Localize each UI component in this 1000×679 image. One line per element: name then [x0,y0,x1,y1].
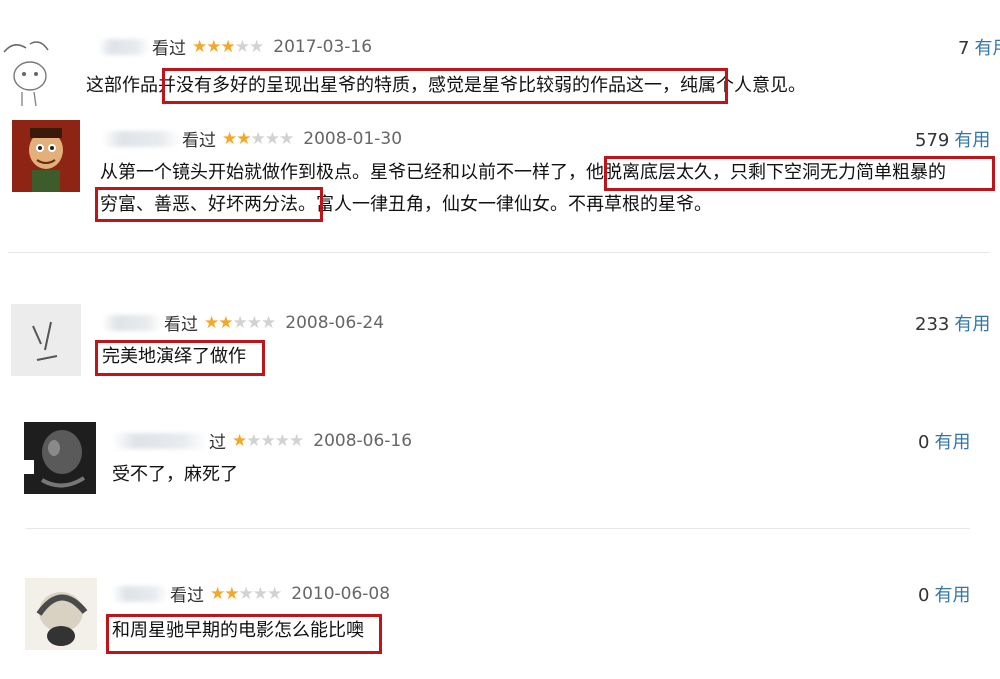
star-rating: ★ ★ ★ ★ ★ [210,583,282,604]
star-empty-icon: ★ [267,583,282,604]
review-date: 2010-06-08 [291,583,391,604]
vote-count: 233 [915,314,950,335]
star-empty-icon: ★ [264,128,280,149]
avatar[interactable] [24,422,96,494]
username-blurred[interactable] [102,314,162,331]
star-filled-icon: ★ [224,583,239,604]
star-empty-icon: ★ [249,36,264,57]
star-empty-icon: ★ [250,128,266,149]
star-empty-icon: ★ [260,430,276,451]
star-rating: ★ ★ ★ ★ ★ [192,36,264,57]
useful-votes[interactable]: 7有用 [958,34,1000,60]
star-filled-icon: ★ [218,312,233,333]
star-empty-icon: ★ [252,583,268,604]
review-text: 从第一个镜头开始就做作到极点。星爷已经和以前不一样了，他脱离底层太久，只剩下空洞… [100,157,946,221]
useful-button[interactable]: 有用 [974,38,1000,59]
review-date: 2008-06-24 [285,312,385,333]
vote-count: 0 [918,432,930,453]
review-date: 2017-03-16 [273,36,373,57]
username-blurred[interactable] [98,38,150,55]
star-rating: ★ ★ ★ ★ ★ [204,312,276,333]
star-filled-icon: ★ [210,583,225,604]
star-empty-icon: ★ [234,36,250,57]
useful-button[interactable]: 有用 [934,432,970,453]
vote-count: 0 [918,585,930,606]
watched-status: 过 [209,433,226,453]
star-rating: ★ ★ ★ ★ ★ [232,430,304,451]
review-date: 2008-01-30 [303,128,403,149]
review-date: 2008-06-16 [313,430,413,451]
star-empty-icon: ★ [246,312,262,333]
star-rating: ★ ★ ★ ★ ★ [222,128,294,149]
star-filled-icon: ★ [192,36,207,57]
review-text: 受不了，麻死了 [112,464,238,485]
watched-status: 看过 [164,315,198,335]
star-filled-icon: ★ [206,36,221,57]
review-text: 这部作品并没有多好的呈现出星爷的特质，感觉是星爷比较弱的作品这一，纯属个人意见。 [86,75,806,96]
review-text-line: 从第一个镜头开始就做作到极点。星爷已经和以前不一样了，他脱离底层太久，只剩下空洞… [100,162,946,183]
vote-count: 579 [915,130,950,151]
username-blurred[interactable] [112,432,207,449]
useful-votes[interactable]: 579 有用 [915,126,990,152]
star-filled-icon: ★ [220,36,236,57]
star-empty-icon: ★ [279,128,294,149]
useful-button[interactable]: 有用 [934,585,970,606]
useful-votes[interactable]: 0 有用 [918,428,970,454]
avatar[interactable] [12,120,80,192]
star-empty-icon: ★ [238,583,254,604]
watched-status: 看过 [182,131,216,151]
useful-votes[interactable]: 233 有用 [915,310,990,336]
vote-count: 7 [958,38,970,59]
useful-button[interactable]: 有用 [954,314,990,335]
username-blurred[interactable] [102,130,180,147]
avatar[interactable] [0,30,62,108]
review-text: 和周星驰早期的电影怎么能比噢 [112,620,364,641]
avatar[interactable] [25,578,97,650]
star-filled-icon: ★ [204,312,219,333]
divider [26,528,970,529]
star-empty-icon: ★ [232,312,248,333]
star-empty-icon: ★ [274,430,290,451]
star-empty-icon: ★ [289,430,304,451]
star-empty-icon: ★ [246,430,261,451]
review-text-line: 穷富、善恶、好坏两分法。富人一律丑角，仙女一律仙女。不再草根的星爷。 [100,194,712,215]
star-filled-icon: ★ [232,430,247,451]
star-filled-icon: ★ [222,128,237,149]
avatar[interactable] [11,304,81,376]
watched-status: 看过 [170,586,204,606]
divider [8,252,990,253]
useful-button[interactable]: 有用 [954,130,990,151]
star-empty-icon: ★ [261,312,276,333]
star-filled-icon: ★ [236,128,251,149]
useful-votes[interactable]: 0 有用 [918,581,970,607]
watched-status: 看过 [152,39,186,59]
username-blurred[interactable] [112,585,168,602]
review-text: 完美地演绎了做作 [102,346,246,367]
